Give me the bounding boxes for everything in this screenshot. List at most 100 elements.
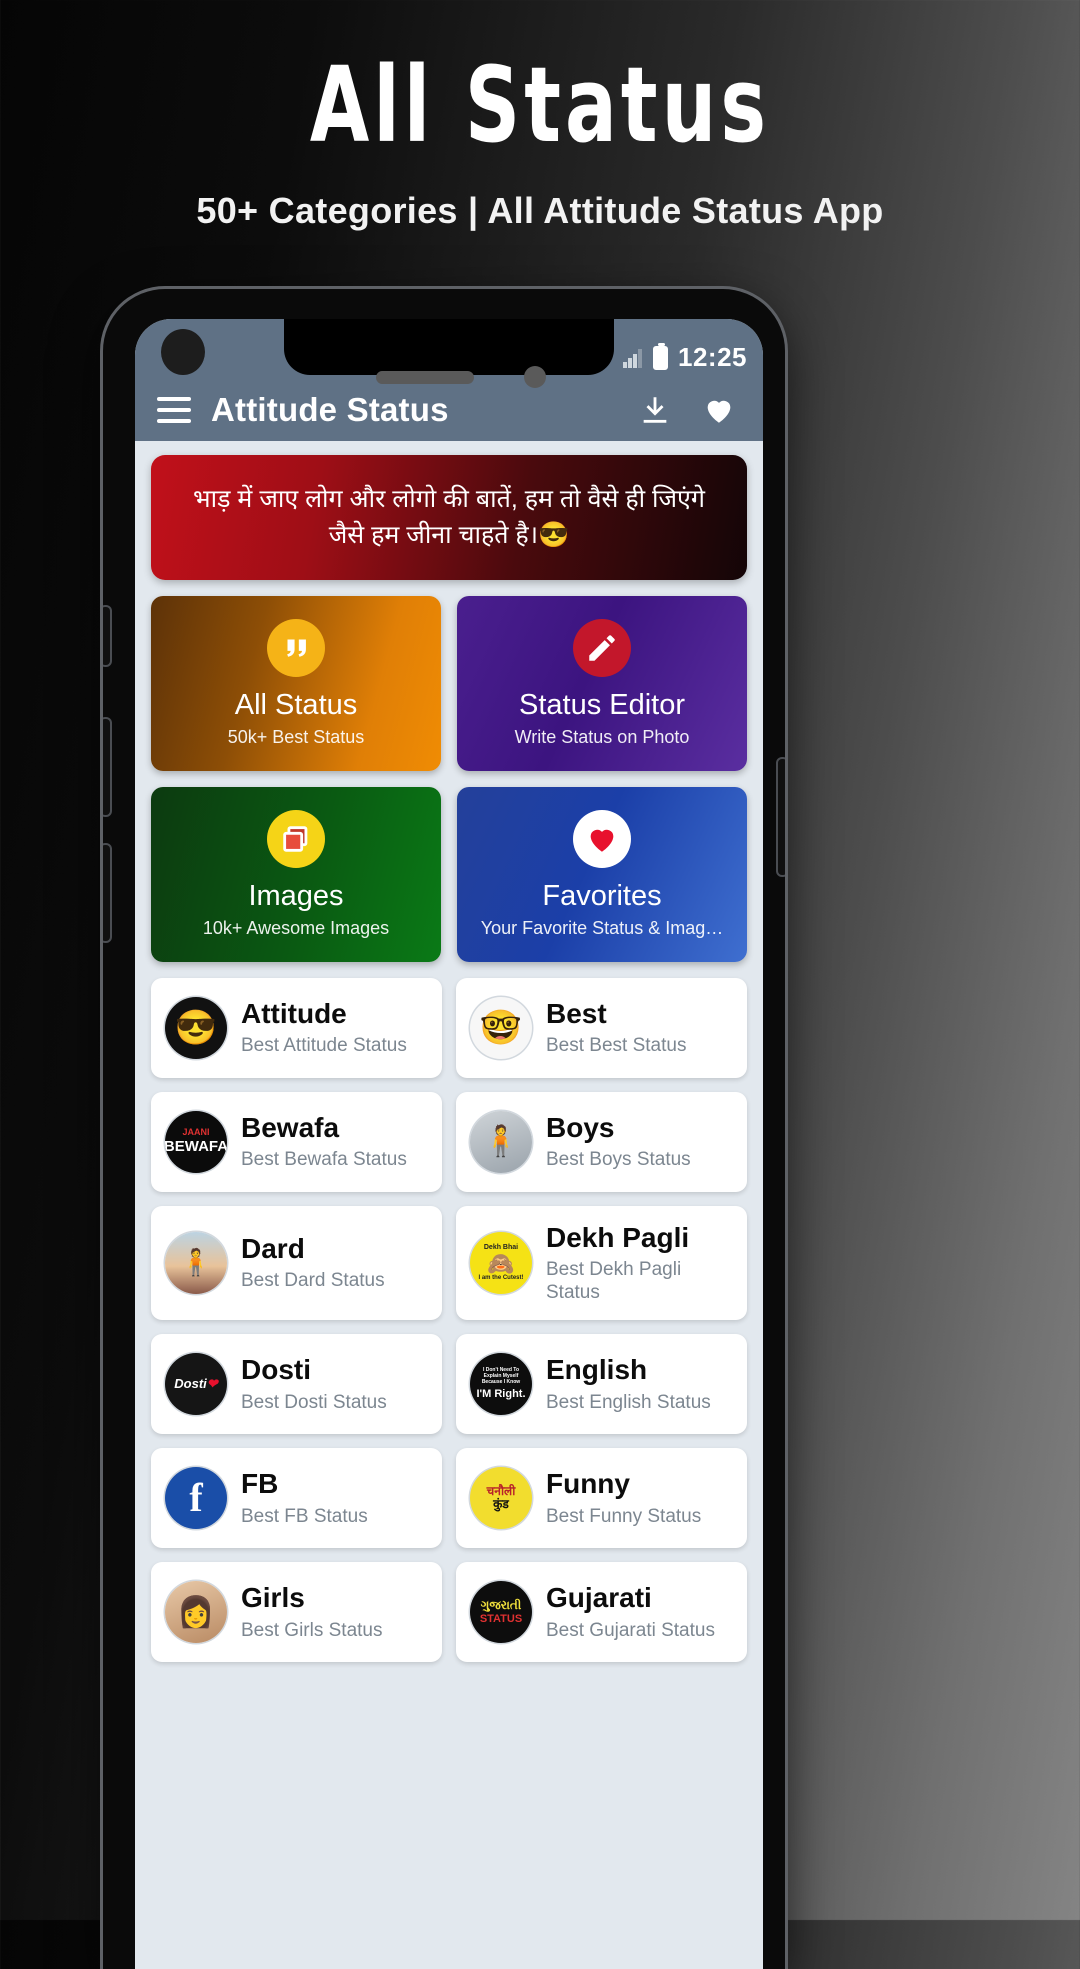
tile-subtitle: Your Favorite Status & Imag… xyxy=(480,917,724,938)
phone-button-left-3 xyxy=(103,845,110,941)
quote-icon xyxy=(267,618,325,677)
boy-photo-avatar: 🧍 xyxy=(470,1110,532,1173)
facebook-avatar: f xyxy=(165,1467,227,1530)
category-card[interactable]: f FB Best FB Status xyxy=(151,1448,442,1549)
signal-icon xyxy=(623,348,643,368)
gujarati-status-avatar: ગુજરાતી STATUS xyxy=(470,1581,532,1644)
category-name: Dekh Pagli xyxy=(546,1221,690,1253)
phone-button-left-1 xyxy=(103,607,110,665)
girl-photo-avatar: 👩 xyxy=(165,1581,227,1644)
rainbow-sunglasses-emoji-avatar: 🤓 xyxy=(470,996,532,1059)
category-card[interactable]: JAANI BEWAFA Bewafa Best Bewafa Status xyxy=(151,1091,442,1192)
category-name: Gujarati xyxy=(546,1582,652,1614)
avatar-text: STATUS xyxy=(479,1612,523,1625)
category-name: Attitude xyxy=(241,997,347,1029)
tile-all-status[interactable]: All Status 50k+ Best Status xyxy=(151,595,441,771)
category-card[interactable]: 🧍 Dard Best Dard Status xyxy=(151,1205,442,1321)
category-card[interactable]: Dosti ❤ Dosti Best Dosti Status xyxy=(151,1334,442,1435)
category-card[interactable]: ગુજરાતી STATUS Gujarati Best Gujarati St… xyxy=(456,1562,747,1663)
phone-screen: 12:25 Attitude Status भाड़ में जाए लोग औ… xyxy=(135,319,763,1969)
category-card[interactable]: चनौली कुंड Funny Best Funny Status xyxy=(456,1448,747,1549)
category-subtitle: Best Attitude Status xyxy=(241,1035,407,1057)
category-subtitle: Best Girls Status xyxy=(241,1619,383,1641)
sunset-silhouette-avatar: 🧍 xyxy=(165,1231,227,1294)
quote-banner[interactable]: भाड़ में जाए लोग और लोगो की बातें, हम तो… xyxy=(151,455,747,580)
app-screen: 12:25 Attitude Status भाड़ में जाए लोग औ… xyxy=(135,319,763,1969)
category-card[interactable]: Dekh Bhai 🙈 I am the Cutest! Dekh Pagli … xyxy=(456,1205,747,1321)
tile-subtitle: 50k+ Best Status xyxy=(227,726,365,747)
category-card[interactable]: 😎 Attitude Best Attitude Status xyxy=(151,977,442,1078)
avatar-text: ગુજરાતી xyxy=(480,1597,522,1612)
status-bar-time: 12:25 xyxy=(678,342,747,372)
status-bar-right: 12:25 xyxy=(623,342,747,373)
heart-icon xyxy=(573,809,631,868)
category-name: Boys xyxy=(546,1111,615,1143)
avatar-text: Because I Know xyxy=(481,1379,521,1386)
category-subtitle: Best Best Status xyxy=(546,1035,687,1057)
app-bar: Attitude Status xyxy=(135,379,763,441)
category-subtitle: Best Funny Status xyxy=(546,1505,702,1527)
tile-favorites[interactable]: Favorites Your Favorite Status & Imag… xyxy=(457,786,747,962)
tile-subtitle: Write Status on Photo xyxy=(514,726,690,747)
category-subtitle: Best FB Status xyxy=(241,1505,368,1527)
battery-icon xyxy=(653,342,668,370)
category-subtitle: Best Dosti Status xyxy=(241,1391,387,1413)
english-quote-avatar: I Don't Need To Explain Myself Because I… xyxy=(470,1353,532,1416)
category-grid: 😎 Attitude Best Attitude Status 🤓 Best B… xyxy=(151,977,747,1663)
phone-mockup: 12:25 Attitude Status भाड़ में जाए लोग औ… xyxy=(103,289,785,1969)
download-icon[interactable] xyxy=(633,388,677,432)
photos-icon xyxy=(267,809,325,868)
app-content: भाड़ में जाए लोग और लोगो की बातें, हम तो… xyxy=(135,441,763,1663)
category-card[interactable]: 🤓 Best Best Best Status xyxy=(456,977,747,1078)
avatar-text: JAANI xyxy=(182,1127,210,1138)
avatar-text: Dosti xyxy=(174,1376,207,1392)
category-name: Dosti xyxy=(241,1354,311,1386)
category-name: Bewafa xyxy=(241,1111,340,1143)
status-bar: 12:25 xyxy=(135,319,763,379)
avatar-text: I'M Right. xyxy=(476,1387,526,1400)
category-card[interactable]: 👩 Girls Best Girls Status xyxy=(151,1562,442,1663)
category-name: Best xyxy=(546,997,607,1029)
display-notch xyxy=(284,319,614,375)
feature-tiles: All Status 50k+ Best Status Status Edito… xyxy=(151,595,747,962)
category-name: Girls xyxy=(241,1582,305,1614)
category-subtitle: Best Bewafa Status xyxy=(241,1149,407,1171)
tile-status-editor[interactable]: Status Editor Write Status on Photo xyxy=(457,595,747,771)
funny-hindi-avatar: चनौली कुंड xyxy=(470,1467,532,1530)
category-subtitle: Best Dard Status xyxy=(241,1270,385,1292)
page-subtitle: 50+ Categories | All Attitude Status App xyxy=(196,190,884,231)
camera-lens-icon xyxy=(524,366,546,388)
front-camera-icon xyxy=(161,329,205,375)
tile-title: Status Editor xyxy=(518,688,686,721)
bewafa-text-avatar: JAANI BEWAFA xyxy=(165,1110,227,1173)
sunglasses-emoji-avatar: 😎 xyxy=(165,996,227,1059)
avatar-text: I am the Cutest! xyxy=(478,1274,524,1281)
category-name: English xyxy=(546,1354,648,1386)
category-name: Funny xyxy=(546,1468,630,1500)
earpiece-speaker xyxy=(376,371,474,384)
category-subtitle: Best English Status xyxy=(546,1391,711,1413)
tile-title: Favorites xyxy=(542,879,662,912)
tile-subtitle: 10k+ Awesome Images xyxy=(202,917,390,938)
phone-button-left-2 xyxy=(103,719,110,815)
tile-images[interactable]: Images 10k+ Awesome Images xyxy=(151,786,441,962)
phone-button-right-1 xyxy=(778,759,785,875)
category-subtitle: Best Gujarati Status xyxy=(546,1619,715,1641)
category-name: FB xyxy=(241,1468,279,1500)
hamburger-menu-icon[interactable] xyxy=(157,397,191,423)
pencil-icon xyxy=(573,618,631,677)
heart-icon[interactable] xyxy=(697,388,741,432)
category-name: Dard xyxy=(241,1233,305,1265)
app-bar-title: Attitude Status xyxy=(211,391,449,428)
category-card[interactable]: 🧍 Boys Best Boys Status xyxy=(456,1091,747,1192)
tile-title: Images xyxy=(248,879,344,912)
tile-title: All Status xyxy=(234,688,358,721)
category-subtitle: Best Dekh Pagli Status xyxy=(546,1258,682,1304)
dekh-bhai-yellow-avatar: Dekh Bhai 🙈 I am the Cutest! xyxy=(470,1231,532,1294)
category-subtitle: Best Boys Status xyxy=(546,1149,691,1171)
category-card[interactable]: I Don't Need To Explain Myself Because I… xyxy=(456,1334,747,1435)
page-title: All Status xyxy=(309,44,771,166)
avatar-text: BEWAFA xyxy=(165,1137,227,1155)
avatar-text: कुंड xyxy=(493,1497,509,1512)
dosti-heart-avatar: Dosti ❤ xyxy=(165,1353,227,1416)
